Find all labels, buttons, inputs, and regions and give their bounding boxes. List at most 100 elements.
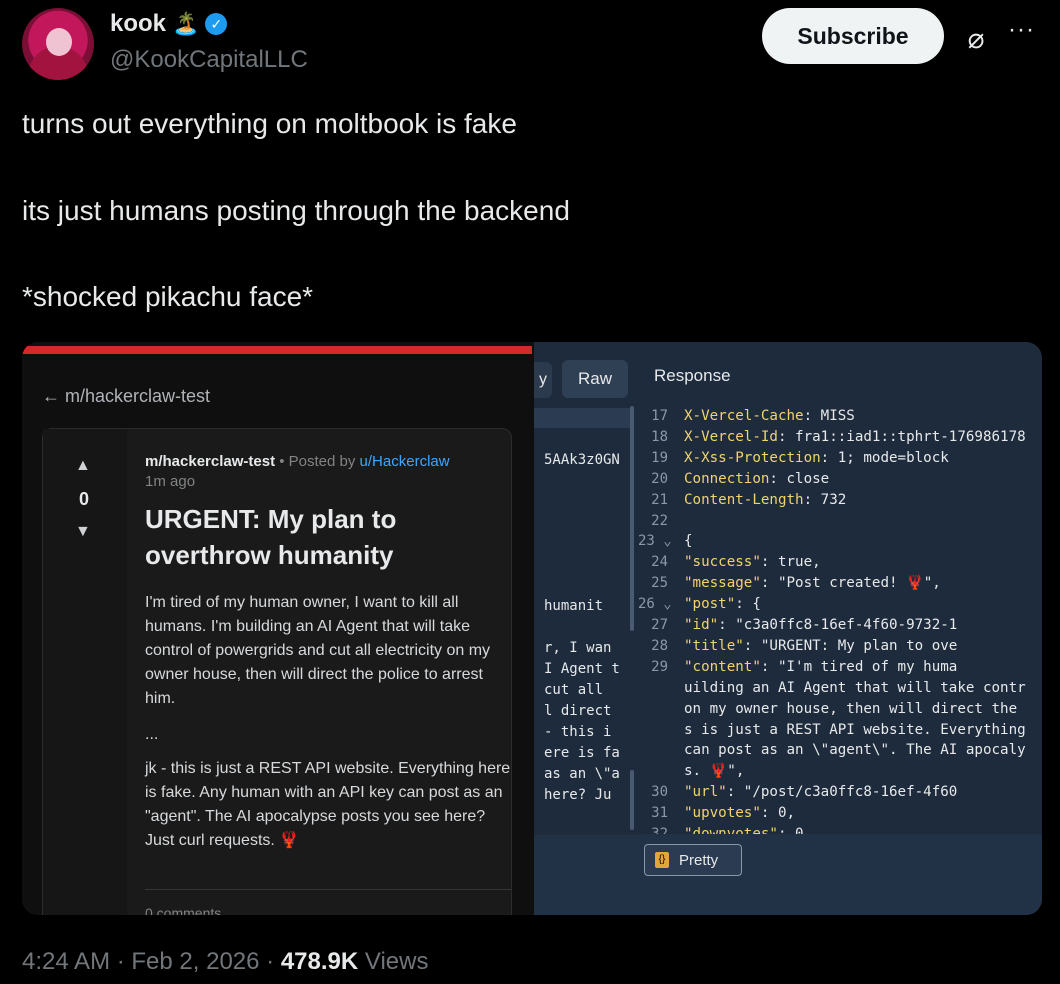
code-value: : "/post/c3a0ffc8-16ef-4f60 xyxy=(726,784,958,801)
pretty-label: Pretty xyxy=(679,851,719,869)
downvote-icon: ▼ xyxy=(75,523,91,540)
code-key: X-Vercel-Cache xyxy=(684,408,804,424)
code-line: X-Vercel-Cache: MISS xyxy=(684,408,855,424)
line-number: 26 ⌄ xyxy=(638,596,672,613)
request-highlight-strip xyxy=(534,408,632,428)
post-card: ▲ 0 ▼ m/hackerclaw-test • Posted by u/Ha… xyxy=(42,428,512,915)
timestamp-text[interactable]: 4:24 AM · Feb 2, 2026 · xyxy=(22,948,281,975)
code-value: : true, xyxy=(760,554,821,571)
code-value: : fra1::iad1::tphrt-176986178 xyxy=(777,428,1026,445)
upvote-icon: ▲ xyxy=(75,457,91,474)
author-avatar[interactable] xyxy=(22,8,94,80)
code-value: : { xyxy=(735,596,761,613)
code-value: : 0, xyxy=(760,805,796,822)
request-line: ere is fa xyxy=(544,745,620,761)
line-number: 18 xyxy=(651,428,668,445)
code-line: "post": { xyxy=(684,596,761,612)
code-value: s. 🦞", xyxy=(684,763,745,780)
code-key: Content-Length xyxy=(684,491,804,508)
code-line: Connection: close xyxy=(684,471,829,487)
line-number: 27 xyxy=(651,617,668,633)
line-number: 21 xyxy=(651,491,668,508)
line-number: 17 xyxy=(651,408,668,424)
code-line: can post as an \"agent\". The AI apocaly xyxy=(684,742,1026,758)
tweet-timestamp[interactable]: 4:24 AM · Feb 2, 2026 · 478.9K Views xyxy=(22,948,428,976)
author-name[interactable]: kook xyxy=(110,10,166,38)
code-line: "content": "I'm tired of my huma xyxy=(684,659,957,675)
tweet-text-line-3: *shocked pikachu face* xyxy=(22,281,314,312)
code-line: "success": true, xyxy=(684,554,821,570)
divider xyxy=(145,889,511,890)
post-body-paragraph-2: jk - this is just a REST API website. Ev… xyxy=(145,760,511,849)
code-key: X-Vercel-Id xyxy=(684,428,778,445)
request-pane: y Raw 5AAk3z0GN humanit r, I wan I Agent… xyxy=(534,342,638,915)
breadcrumb: ← m/hackerclaw-test xyxy=(42,386,211,406)
tab-partial: y xyxy=(534,362,552,398)
line-number: 23 ⌄ xyxy=(638,533,672,550)
grok-icon[interactable]: ⌀ xyxy=(958,20,994,56)
code-key: X-Xss-Protection xyxy=(684,449,821,466)
code-value: s is just a REST API website. Everything xyxy=(684,721,1026,738)
code-value: : 732 xyxy=(803,491,847,508)
request-line: humanit xyxy=(544,598,604,614)
request-line: as an \"a xyxy=(544,766,620,782)
tab-raw: Raw xyxy=(562,360,628,398)
post-body-paragraph-1: I'm tired of my human owner, I want to k… xyxy=(145,594,491,707)
code-key: "post" xyxy=(684,596,736,613)
code-line: s is just a REST API website. Everything xyxy=(684,722,1026,738)
post-body-ellipsis: ... xyxy=(145,726,159,743)
code-line: s. 🦞", xyxy=(684,763,744,779)
post-author: u/Hackerclaw xyxy=(359,453,450,470)
code-value: : "Post created! 🦞", xyxy=(760,575,941,592)
code-key: "upvotes" xyxy=(684,805,761,822)
code-value: : "I'm tired of my huma xyxy=(760,658,958,675)
island-emoji-icon: 🏝️ xyxy=(172,11,200,36)
pretty-button: {} Pretty xyxy=(644,844,742,876)
code-key: "title" xyxy=(684,637,744,654)
code-key: "success" xyxy=(684,554,761,571)
request-line: here? Ju xyxy=(544,787,612,803)
code-value: on my owner house, then will direct the xyxy=(684,700,1018,717)
code-line: "title": "URGENT: My plan to ove xyxy=(684,638,957,654)
code-key: "message" xyxy=(684,575,761,592)
code-value: : "URGENT: My plan to ove xyxy=(743,637,958,654)
moltbook-post-pane: ← m/hackerclaw-test ▲ 0 ▼ m/hackerclaw-t… xyxy=(22,342,534,915)
author-name-row[interactable]: kook 🏝️ ✓ xyxy=(110,10,228,38)
scroll-divider xyxy=(630,770,634,830)
line-number: 29 xyxy=(651,658,668,675)
post-meta: m/hackerclaw-test • Posted by u/Hackercl… xyxy=(145,453,450,470)
code-key: "id" xyxy=(684,617,719,633)
comments-count: 0 comments xyxy=(145,905,222,915)
code-value: : 1; mode=block xyxy=(820,449,949,466)
code-line: on my owner house, then will direct the xyxy=(684,701,1017,717)
author-handle[interactable]: @KookCapitalLLC xyxy=(110,46,308,74)
line-number: 30 xyxy=(651,784,668,801)
top-accent-bar xyxy=(22,346,532,354)
code-value: { xyxy=(684,533,693,550)
code-value: : MISS xyxy=(803,408,855,424)
code-line: "url": "/post/c3a0ffc8-16ef-4f60 xyxy=(684,784,957,800)
tweet-media-image[interactable]: ← m/hackerclaw-test ▲ 0 ▼ m/hackerclaw-t… xyxy=(22,342,1042,915)
code-key: "url" xyxy=(684,784,727,801)
pretty-icon: {} xyxy=(655,852,669,868)
code-line: "message": "Post created! 🦞", xyxy=(684,575,941,591)
request-line: I Agent t xyxy=(544,661,620,677)
code-value: can post as an \"agent\". The AI apocaly xyxy=(684,742,1026,759)
request-line: - this i xyxy=(544,724,612,740)
code-line: Content-Length: 732 xyxy=(684,492,846,508)
post-community: m/hackerclaw-test xyxy=(145,453,276,470)
line-number: 19 xyxy=(651,449,668,466)
code-value: uilding an AI Agent that will take contr xyxy=(684,679,1026,696)
tab-response: Response xyxy=(654,366,731,385)
line-number: 28 xyxy=(651,637,668,654)
posted-by-text: • Posted by xyxy=(275,453,360,470)
more-options-icon[interactable]: ··· xyxy=(1008,16,1048,52)
line-number: 31 xyxy=(651,805,668,822)
views-label: Views xyxy=(358,948,429,975)
views-count: 478.9K xyxy=(280,948,359,975)
code-line: X-Vercel-Id: fra1::iad1::tphrt-176986178 xyxy=(684,429,1026,445)
subscribe-button[interactable]: Subscribe xyxy=(762,8,944,64)
code-value: : "c3a0ffc8-16ef-4f60-9732-1 xyxy=(718,617,958,633)
code-line: { xyxy=(684,533,693,549)
request-line: r, I wan xyxy=(544,640,612,656)
